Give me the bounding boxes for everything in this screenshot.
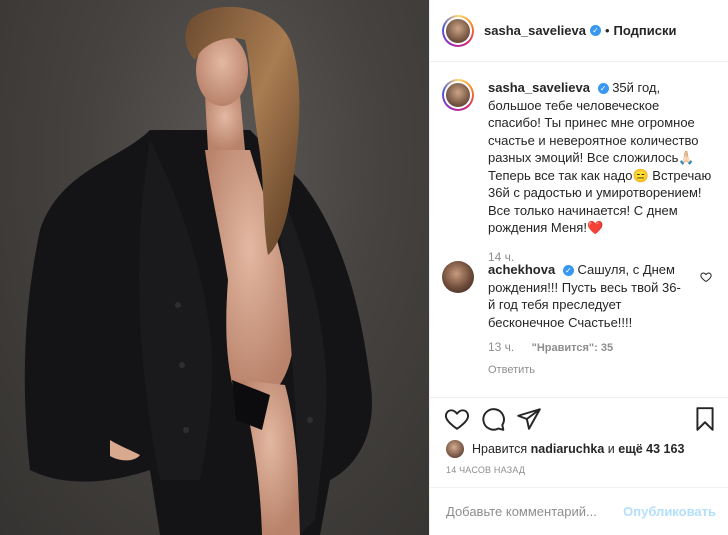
publish-button[interactable]: Опубликовать [623, 504, 716, 519]
instagram-post: sasha_savelieva ✓ • Подписки sasha_savel… [0, 0, 728, 535]
comment-body: achekhova ✓ Сашуля, с Днем рождения!!! П… [488, 261, 688, 379]
following-button[interactable]: Подписки [614, 23, 677, 38]
liker-username[interactable]: nadiaruchka [531, 442, 605, 456]
post-header: sasha_savelieva ✓ • Подписки [430, 0, 728, 62]
likes-and: и [607, 442, 615, 456]
commenter-avatar[interactable] [442, 261, 474, 293]
comment-item: achekhova ✓ Сашуля, с Днем рождения!!! П… [442, 261, 722, 379]
add-comment-bar: Добавьте комментарий... Опубликовать [430, 487, 728, 535]
post-caption: sasha_savelieva ✓ 35й год, большое тебе … [442, 79, 713, 266]
post-sidebar: sasha_savelieva ✓ • Подписки sasha_savel… [429, 0, 728, 535]
verified-badge-icon: ✓ [562, 265, 574, 277]
action-bar [430, 397, 728, 440]
post-photo[interactable] [0, 0, 429, 535]
likes-count[interactable]: ещё 43 163 [618, 442, 684, 456]
caption-username[interactable]: sasha_savelieva [488, 80, 590, 95]
caption-body: sasha_savelieva ✓ 35й год, большое тебе … [488, 79, 713, 266]
likes-summary: Нравится nadiaruchka и ещё 43 163 [446, 440, 684, 458]
heart-icon[interactable] [444, 406, 470, 432]
comment-like-heart-icon[interactable] [700, 271, 712, 286]
author-username[interactable]: sasha_savelieva [484, 23, 586, 38]
bookmark-icon[interactable] [692, 406, 718, 432]
caption-text: 35й год, большое тебе человеческое спаси… [488, 80, 712, 235]
comment-meta: 13 ч. "Нравится": 35 [488, 339, 688, 358]
verified-badge-icon: ✓ [589, 25, 601, 36]
reply-button[interactable]: Ответить [488, 362, 688, 380]
liker-avatar[interactable] [446, 440, 464, 458]
comment-input[interactable]: Добавьте комментарий... [446, 504, 597, 519]
comment-likes[interactable]: "Нравится": 35 [532, 342, 613, 354]
commenter-username[interactable]: achekhova [488, 262, 555, 277]
avatar-frame [444, 16, 472, 45]
header-separator: • [604, 23, 610, 38]
post-timestamp[interactable]: 14 ЧАСОВ НАЗАД [446, 465, 525, 475]
comments-area[interactable]: sasha_savelieva ✓ 35й год, большое тебе … [430, 63, 728, 397]
likes-prefix: Нравится [472, 442, 528, 456]
paper-plane-icon[interactable] [516, 406, 542, 432]
avatar-frame [444, 81, 472, 109]
comment-bubble-icon[interactable] [480, 406, 506, 432]
caption-avatar[interactable] [442, 79, 474, 111]
verified-badge-icon: ✓ [597, 83, 609, 95]
avatar-photo [446, 18, 470, 43]
avatar-photo [446, 83, 470, 107]
comment-time[interactable]: 13 ч. [488, 340, 514, 354]
author-avatar[interactable] [442, 14, 474, 47]
post-photo-illustration [24, 6, 372, 535]
